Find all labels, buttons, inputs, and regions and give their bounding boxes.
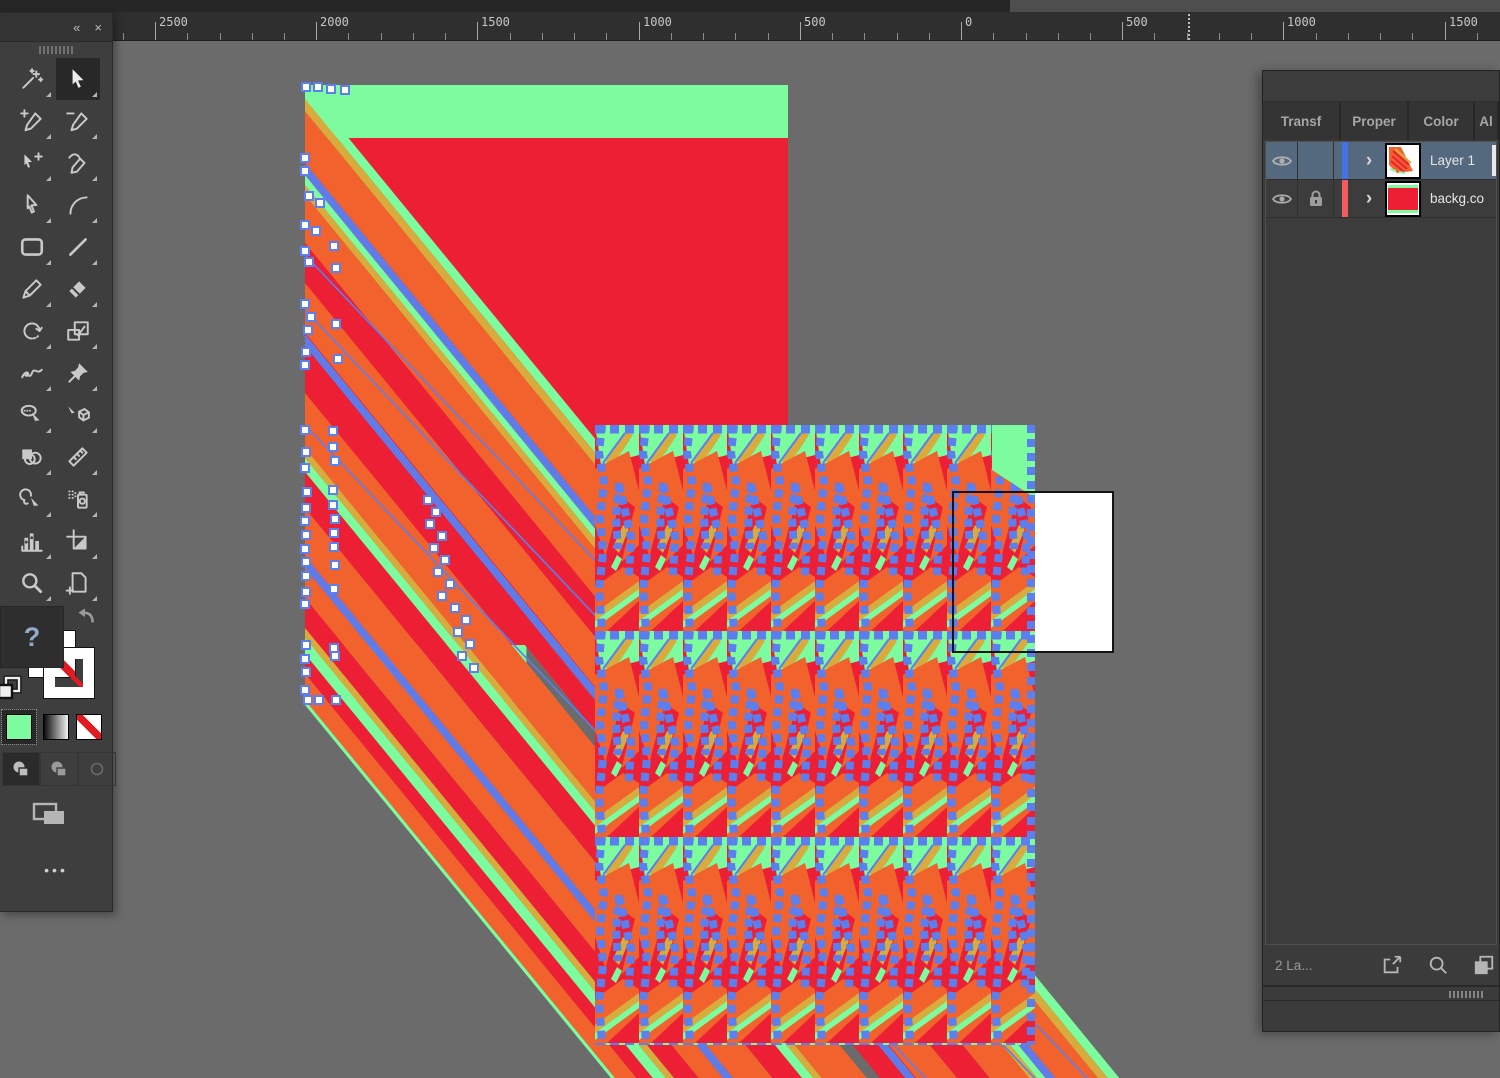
tool-artboard[interactable] — [56, 520, 100, 562]
tool-mesh[interactable] — [10, 478, 54, 520]
color-button-selected-frame — [1, 709, 37, 745]
expand-chevron-icon[interactable]: › — [1356, 180, 1382, 217]
layers-list: › Layer 1 › backg.co — [1265, 141, 1497, 945]
toolbar-header: « × — [0, 13, 112, 42]
tab-color[interactable]: Color — [1409, 102, 1475, 140]
new-layer-icon[interactable] — [1473, 954, 1495, 976]
layer-thumbnail[interactable] — [1382, 180, 1424, 217]
tab-properties[interactable]: Proper — [1341, 102, 1409, 140]
tool-graph[interactable] — [10, 520, 54, 562]
layer-name[interactable]: backg.co — [1424, 191, 1484, 206]
selection-indicator — [1492, 145, 1496, 176]
collapse-icon[interactable]: « — [73, 20, 80, 35]
help-tooltip: ? — [0, 606, 64, 668]
draw-inside-button[interactable] — [78, 752, 116, 786]
visibility-toggle[interactable] — [1266, 142, 1298, 179]
panel-divider — [1263, 985, 1499, 987]
color-button[interactable] — [6, 714, 32, 740]
tab-align[interactable]: Al — [1475, 102, 1499, 140]
tool-width[interactable] — [10, 352, 54, 394]
draw-behind-button[interactable] — [40, 752, 78, 786]
tool-pencil[interactable] — [10, 268, 54, 310]
tool-eraser[interactable] — [56, 268, 100, 310]
tool-grid — [0, 58, 112, 604]
toolbar-panel: « × ? ••• — [0, 12, 116, 912]
lock-icon — [1309, 190, 1322, 206]
none-button[interactable] — [76, 714, 102, 740]
tab-transform[interactable]: Transf — [1263, 102, 1341, 140]
question-mark-icon: ? — [23, 621, 41, 652]
draw-normal-button[interactable] — [2, 752, 40, 786]
tool-slice[interactable] — [56, 562, 100, 604]
layer-row-background[interactable]: › backg.co — [1266, 180, 1496, 218]
layers-panel: Transf Proper Color Al › Layer 1 › backg… — [1262, 70, 1500, 1032]
tool-shape-builder[interactable] — [10, 436, 54, 478]
drawing-mode-buttons — [2, 752, 116, 786]
layer-thumbnail[interactable] — [1382, 142, 1424, 179]
lock-toggle[interactable] — [1298, 142, 1334, 179]
tool-scale[interactable] — [56, 310, 100, 352]
tool-measure[interactable] — [56, 436, 100, 478]
tool-curvature-pen[interactable] — [56, 142, 100, 184]
tool-zoom[interactable] — [10, 562, 54, 604]
toolbar-grip[interactable] — [0, 42, 112, 58]
gradient-button[interactable] — [43, 714, 69, 740]
tool-add-anchor-pen[interactable] — [10, 100, 54, 142]
eye-icon — [1271, 193, 1292, 204]
panel-titlebar[interactable] — [1263, 71, 1499, 102]
tool-puppet-pin[interactable] — [56, 352, 100, 394]
eye-icon — [1271, 155, 1292, 166]
layer-count-status: 2 La... — [1275, 957, 1313, 973]
tool-symbol-sprayer[interactable] — [56, 478, 100, 520]
collect-for-export-icon[interactable] — [1381, 954, 1403, 976]
tool-arc[interactable] — [56, 184, 100, 226]
lock-toggle[interactable] — [1298, 180, 1334, 217]
tool-rotate[interactable] — [10, 310, 54, 352]
tool-selection[interactable] — [56, 58, 100, 100]
expand-chevron-icon[interactable]: › — [1356, 142, 1382, 179]
layer-name[interactable]: Layer 1 — [1424, 153, 1475, 168]
tool-delete-anchor-pen[interactable] — [56, 100, 100, 142]
tool-add-select-arrow[interactable] — [10, 142, 54, 184]
tool-perspective[interactable] — [56, 394, 100, 436]
visibility-toggle[interactable] — [1266, 180, 1298, 217]
panel-footer: 2 La... — [1265, 947, 1497, 983]
edit-toolbar-dots-icon[interactable]: ••• — [0, 862, 112, 878]
tool-line[interactable] — [56, 226, 100, 268]
layer-color-strip — [1334, 142, 1356, 179]
locate-object-icon[interactable] — [1427, 954, 1449, 976]
panel-tabs: Transf Proper Color Al — [1263, 102, 1499, 140]
pattern-block[interactable] — [595, 425, 1035, 1045]
default-fill-stroke-icon[interactable] — [0, 674, 26, 704]
tool-magic-wand[interactable] — [10, 58, 54, 100]
tool-direct-selection[interactable] — [10, 184, 54, 226]
panel-bottom-bar — [1263, 1000, 1499, 1031]
layer-color-strip — [1334, 180, 1356, 217]
toolbar-bottom-controls: ? ••• — [0, 604, 116, 894]
close-icon[interactable]: × — [94, 20, 102, 35]
tool-rectangle[interactable] — [10, 226, 54, 268]
screen-mode-icon[interactable] — [30, 800, 70, 830]
app-window: 2500 2000 1500 1000 500 0 500 1000 1500 « × — [0, 0, 1500, 1078]
layer-row-layer1[interactable]: › Layer 1 — [1266, 142, 1496, 180]
paint-buttons — [1, 709, 102, 745]
panel-resize-grip[interactable] — [1449, 991, 1483, 998]
undo-icon[interactable] — [72, 604, 98, 630]
tool-shaper[interactable] — [10, 394, 54, 436]
